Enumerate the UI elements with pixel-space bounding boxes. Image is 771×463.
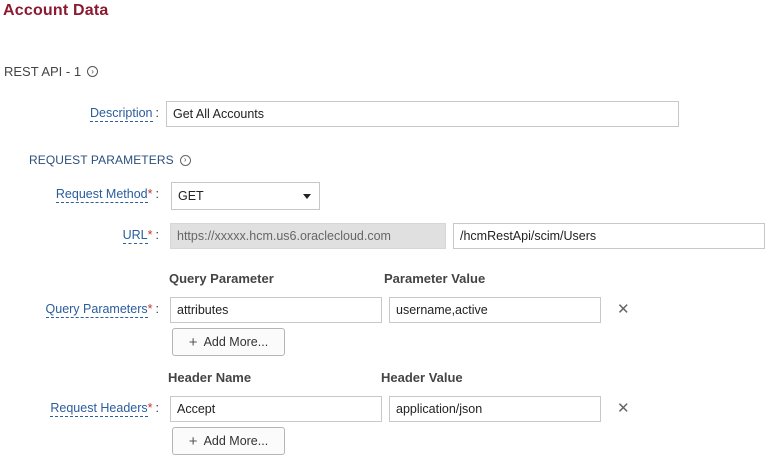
header-value-column-header: Header Value <box>381 370 463 385</box>
request-method-label-text[interactable]: Request Method <box>55 187 148 203</box>
query-parameters-label: Query Parameters*: <box>45 302 159 318</box>
description-colon: : <box>155 106 159 120</box>
page-title: Account Data <box>3 2 109 19</box>
request-headers-colon: : <box>155 401 159 415</box>
plus-icon: + <box>188 333 198 351</box>
query-parameter-column-header: Query Parameter <box>169 271 274 286</box>
required-marker: * <box>147 401 153 415</box>
request-headers-add-more-button[interactable]: + Add More... <box>172 427 285 455</box>
query-parameters-colon: : <box>155 302 159 316</box>
request-method-select[interactable]: GET <box>171 182 320 210</box>
request-method-value: GET <box>178 189 204 203</box>
required-marker: * <box>147 228 153 242</box>
description-label-text[interactable]: Description <box>89 106 153 122</box>
close-icon[interactable]: ✕ <box>617 302 630 317</box>
query-parameter-value-field[interactable]: username,active <box>389 297 601 323</box>
request-parameters-title: REQUEST PARAMETERS <box>29 153 174 167</box>
required-marker: * <box>147 302 153 316</box>
header-name-field[interactable]: Accept <box>170 396 382 422</box>
url-colon: : <box>155 228 159 242</box>
parameter-value-column-header: Parameter Value <box>384 271 486 286</box>
url-base-field: https://xxxxx.hcm.us6.oraclecloud.com <box>170 223 446 249</box>
required-marker: * <box>147 187 153 201</box>
caret-down-icon <box>303 193 311 199</box>
request-parameters-header[interactable]: REQUEST PARAMETERS › <box>29 153 191 167</box>
header-value-field[interactable]: application/json <box>389 396 601 422</box>
query-parameter-name-field[interactable]: attributes <box>170 297 382 323</box>
add-more-label: Add More... <box>203 335 269 349</box>
chevron-right-circle-icon[interactable]: › <box>179 154 191 166</box>
chevron-right-circle-icon[interactable]: › <box>87 66 99 77</box>
description-field[interactable]: Get All Accounts <box>166 101 679 127</box>
url-path-field[interactable]: /hcmRestApi/scim/Users <box>453 223 765 249</box>
description-label: Description: <box>89 106 159 122</box>
section-title: REST API - 1 <box>4 64 82 79</box>
section-header[interactable]: REST API - 1 › <box>4 64 99 79</box>
header-name-column-header: Header Name <box>168 370 252 385</box>
query-parameters-add-more-button[interactable]: + Add More... <box>172 328 285 356</box>
request-method-label: Request Method*: <box>55 187 159 203</box>
close-icon[interactable]: ✕ <box>617 401 630 416</box>
url-label-text[interactable]: URL <box>122 228 148 244</box>
url-label: URL*: <box>122 228 159 244</box>
query-parameters-label-text[interactable]: Query Parameters <box>45 302 148 318</box>
plus-icon: + <box>188 432 198 450</box>
request-headers-label-text[interactable]: Request Headers <box>50 401 148 417</box>
request-headers-label: Request Headers*: <box>50 401 159 417</box>
request-method-colon: : <box>155 187 159 201</box>
add-more-label: Add More... <box>203 434 269 448</box>
